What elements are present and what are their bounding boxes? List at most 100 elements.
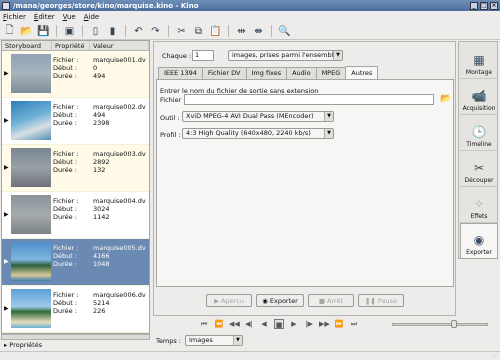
go-end-icon[interactable]: ⏭ <box>349 319 359 329</box>
tab-audio[interactable]: Audio <box>286 67 317 79</box>
property-labels: Fichier : Début : Durée : <box>53 98 93 127</box>
toolbar-separator <box>228 25 229 37</box>
next-scene-icon[interactable]: ⏩ <box>334 319 344 329</box>
fichier-input[interactable] <box>184 94 434 105</box>
export-icon[interactable]: ▣ <box>63 25 76 38</box>
clip-debut: 0 <box>93 64 98 72</box>
expander-arrow-icon[interactable]: ▶ <box>2 192 11 218</box>
storyboard-row[interactable]: ▶ Fichier : Début : Durée : marquise001.dv 0 4… <box>2 51 149 98</box>
expander-arrow-icon[interactable]: ▶ <box>2 239 11 265</box>
split-icon[interactable]: ⇹ <box>235 25 248 38</box>
temps-combo-value: Images <box>188 336 213 344</box>
go-start-icon[interactable]: ⏮ <box>199 319 209 329</box>
tab-autres[interactable]: Autres <box>345 66 379 79</box>
scissors-icon: ✂ <box>473 161 485 175</box>
prop-fichier: Fichier : <box>53 150 79 158</box>
find-icon[interactable]: 🔍 <box>278 25 291 38</box>
time-format-row: Temps : Images ▼ <box>156 335 243 346</box>
exporter-label: Exporter <box>269 296 298 305</box>
copy-icon[interactable]: ⧉ <box>192 25 205 38</box>
outil-combo[interactable]: XviD MPEG-4 AVI Dual Pass (MEncoder) ▼ <box>182 111 334 122</box>
sidebar-item-effets[interactable]: ✧ Effets <box>460 187 498 223</box>
export-tabs: IEEE 1394 Fichier DV Img fixes Audio MPE… <box>158 66 379 79</box>
clip-debut: 4166 <box>93 252 110 260</box>
sidebar-item-exporter[interactable]: ◉ Exporter <box>460 223 498 259</box>
insert-after-icon[interactable]: ▮ <box>106 25 119 38</box>
menu-vue[interactable]: Vue <box>63 13 76 21</box>
clip-thumbnail <box>11 289 51 328</box>
step-back-icon[interactable]: ◀| <box>244 319 254 329</box>
undo-icon[interactable]: ↶ <box>132 25 145 38</box>
minimize-button[interactable]: _ <box>470 1 478 10</box>
exporter-button[interactable]: ◉ Exporter <box>256 294 304 307</box>
insert-icon[interactable]: ▯ <box>89 25 102 38</box>
position-slider[interactable] <box>392 323 488 326</box>
sidebar-item-decouper[interactable]: ✂ Découper <box>460 151 498 187</box>
slider-handle[interactable] <box>451 320 457 328</box>
clip-thumbnail <box>11 54 51 93</box>
storyboard-row[interactable]: ▶ Fichier : Début : Durée : marquise003.dv 28… <box>2 145 149 192</box>
close-button[interactable]: × <box>490 1 498 10</box>
column-propriete[interactable]: Propriété <box>52 41 90 50</box>
tab-ieee1394[interactable]: IEEE 1394 <box>158 67 203 79</box>
arret-button[interactable]: ■ Arrêt <box>308 294 354 307</box>
expander-arrow-icon[interactable]: ▶ <box>2 145 11 171</box>
profil-combo[interactable]: 4:3 High Quality (640x480, 2240 kb/s) ▼ <box>182 128 334 139</box>
new-icon[interactable]: 🗋 <box>3 25 16 38</box>
clip-file: marquise003.dv <box>93 150 146 158</box>
sidebar-item-timeline[interactable]: 🕒 Timeline <box>460 115 498 151</box>
storyboard-row[interactable]: ▶ Fichier : Début : Durée : marquise004.dv 30… <box>2 192 149 239</box>
menu-fichier[interactable]: Fichier <box>3 13 26 21</box>
resize-grip-icon[interactable]: ⋰ <box>487 352 498 359</box>
property-values: marquise004.dv 3024 1142 <box>93 192 146 221</box>
join-icon[interactable]: ⇼ <box>252 25 265 38</box>
storyboard-list[interactable]: Storyboard Propriété Valeur ▶ Fichier : Dé… <box>1 40 150 334</box>
chaque-spinner[interactable]: 1 <box>192 50 214 61</box>
column-storyboard[interactable]: Storyboard <box>2 41 52 50</box>
play-back-icon[interactable]: ◀ <box>259 319 269 329</box>
redo-icon[interactable]: ↷ <box>149 25 162 38</box>
previous-scene-icon[interactable]: ⏪ <box>214 319 224 329</box>
fast-forward-icon[interactable]: ▶▶ <box>319 319 330 329</box>
storyboard-row[interactable]: ▶ Fichier : Début : Durée : marquise002.dv 49… <box>2 98 149 145</box>
sidebar-item-montage[interactable]: ▦ Montage <box>460 43 498 79</box>
expander-arrow-icon[interactable]: ▶ <box>2 286 11 312</box>
prop-fichier: Fichier : <box>53 291 79 299</box>
properties-expander[interactable]: ▸ Propriétés <box>1 340 150 350</box>
menu-editer[interactable]: Éditer <box>34 13 55 21</box>
save-icon[interactable]: 💾 <box>37 25 50 38</box>
cut-icon[interactable]: ✂ <box>175 25 188 38</box>
toolbar-separator <box>56 25 57 37</box>
play-icon[interactable]: ▶ <box>289 319 299 329</box>
expander-arrow-icon[interactable]: ▶ <box>2 98 11 124</box>
frames-combo[interactable]: images, prises parmi l'ensemble ▼ <box>228 50 343 61</box>
sidebar-item-acquisition[interactable]: 📹 Acquisition <box>460 79 498 115</box>
tab-fichier-dv[interactable]: Fichier DV <box>201 67 247 79</box>
column-valeur[interactable]: Valeur <box>90 41 149 50</box>
storyboard-row[interactable]: ▶ Fichier : Début : Durée : marquise005.dv 41… <box>2 239 149 286</box>
step-forward-icon[interactable]: |▶ <box>304 319 314 329</box>
open-icon[interactable]: 📂 <box>20 25 33 38</box>
tab-img-fixes[interactable]: Img fixes <box>245 67 288 79</box>
sidebar-item-label: Découper <box>464 177 494 184</box>
expander-arrow-icon[interactable]: ▶ <box>2 51 11 77</box>
storyboard-row[interactable]: ▶ Fichier : Début : Durée : marquise006.dv 52… <box>2 286 149 333</box>
pause-icon: ❚❚ <box>364 296 376 305</box>
pause-button[interactable]: ❚❚ Pause <box>358 294 404 307</box>
tab-mpeg[interactable]: MPEG <box>315 67 347 79</box>
toolbar-separator <box>125 25 126 37</box>
arret-label: Arrêt <box>327 296 344 305</box>
status-bar <box>0 351 500 360</box>
title-bar: /mana/georges/store/kino/marquise.kino -… <box>0 0 500 11</box>
stop-icon[interactable]: ■ <box>274 319 284 329</box>
property-labels: Fichier : Début : Durée : <box>53 286 93 315</box>
menu-aide[interactable]: Aide <box>84 13 100 21</box>
prop-duree: Durée : <box>53 307 77 315</box>
sidebar-item-label: Acquisition <box>462 105 496 112</box>
apercu-button[interactable]: ▶ Aperçu <box>206 294 252 307</box>
rewind-icon[interactable]: ◀◀ <box>229 319 240 329</box>
maximize-button[interactable]: □ <box>480 1 488 10</box>
browse-folder-icon[interactable]: 📂 <box>440 94 451 104</box>
temps-combo[interactable]: Images ▼ <box>184 335 243 346</box>
paste-icon[interactable]: 📋 <box>209 25 222 38</box>
